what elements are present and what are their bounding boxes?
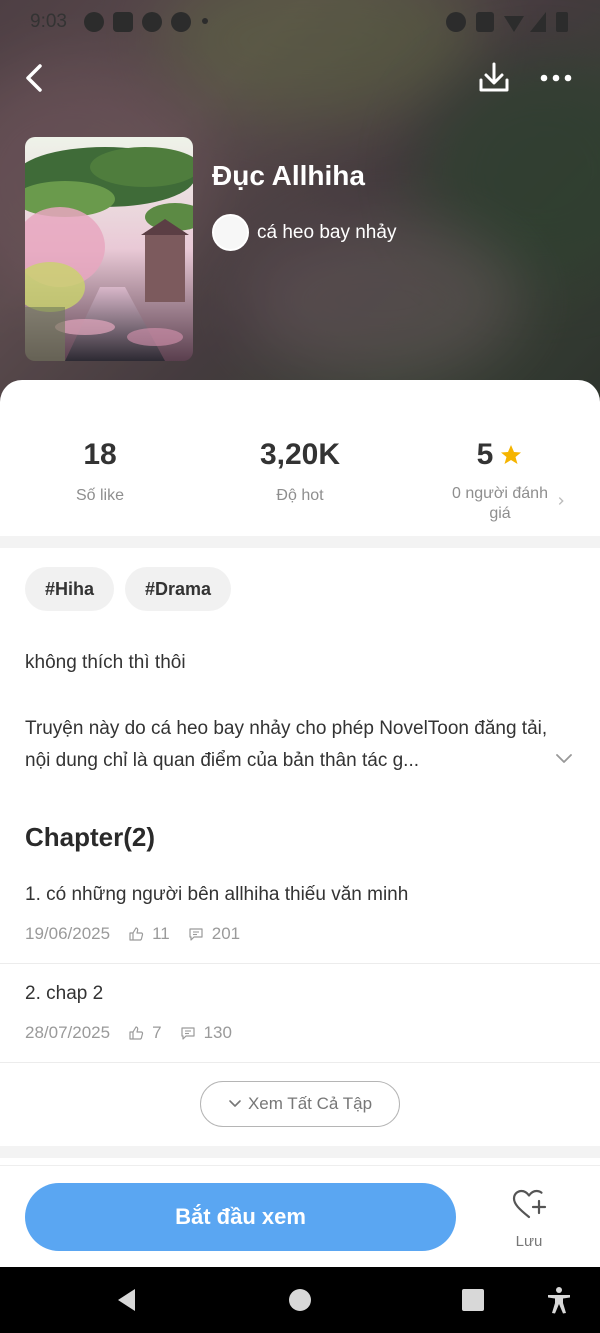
heart-plus-icon <box>512 1189 547 1219</box>
chevron-right-icon <box>558 497 564 505</box>
description-line: không thích thì thôi <box>25 652 186 673</box>
alarm-icon <box>446 12 466 32</box>
status-more-dot <box>202 18 208 24</box>
cover-image <box>25 137 193 361</box>
status-notification-icon <box>142 12 162 32</box>
section-divider <box>0 1146 600 1158</box>
stat-hot: 3,20K Độ hot <box>200 438 400 506</box>
book-title: Đục Allhiha <box>212 160 365 191</box>
download-button[interactable] <box>474 58 514 98</box>
chevron-down-icon <box>229 1100 241 1107</box>
stat-rating[interactable]: 5 0 người đánh giá <box>400 438 600 524</box>
chapter-title: 1. có những người bên allhiha thiếu văn … <box>25 884 409 905</box>
download-icon <box>479 62 509 92</box>
battery-icon <box>556 12 568 32</box>
stat-likes-label: Số like <box>75 487 125 504</box>
chapter-item[interactable]: 1. có những người bên allhiha thiếu văn … <box>0 884 600 964</box>
chapter-likes: 7 <box>152 1023 162 1042</box>
expand-description-button[interactable] <box>554 749 574 769</box>
stat-hot-label: Độ hot <box>276 487 324 504</box>
chapter-likes: 11 <box>152 924 170 943</box>
author-name[interactable]: cá heo bay nhảy <box>257 222 396 244</box>
chapter-date: 19/06/2025 <box>25 924 111 943</box>
book-cover[interactable] <box>25 137 193 361</box>
accessibility-icon[interactable] <box>544 1285 574 1315</box>
thumbs-up-icon <box>129 1026 144 1040</box>
signal-icon <box>530 12 546 32</box>
chapter-date: 28/07/2025 <box>25 1023 111 1042</box>
back-button[interactable] <box>18 58 54 98</box>
nav-recents-icon[interactable] <box>458 1285 488 1315</box>
chapter-title: 2. chap 2 <box>25 983 104 1004</box>
chapter-comments: 201 <box>211 924 241 943</box>
more-icon <box>540 74 572 82</box>
star-icon <box>501 445 522 464</box>
tag-chip[interactable]: #Hiha <box>25 567 115 611</box>
status-notification-icon <box>113 12 133 32</box>
status-time: 9:03 <box>30 11 67 32</box>
description-text: Truyện này do cá heo bay nhảy cho phép N… <box>25 718 548 771</box>
comment-icon <box>180 1027 195 1040</box>
tag-chip[interactable]: #Drama <box>125 567 232 611</box>
back-arrow-icon <box>26 64 42 92</box>
chapter-comments: 130 <box>203 1023 232 1042</box>
stat-likes: 18 Số like <box>0 438 200 506</box>
save-label: Lưu <box>515 1233 543 1250</box>
wifi-icon <box>504 16 524 32</box>
more-button[interactable] <box>536 58 576 98</box>
system-navigation-bar <box>0 1267 600 1333</box>
nav-home-icon[interactable] <box>285 1285 315 1315</box>
comment-icon <box>189 928 203 941</box>
status-notification-icon <box>84 12 104 32</box>
see-all-chapters-button[interactable]: Xem Tất Cả Tập <box>200 1081 400 1127</box>
nav-back-icon[interactable] <box>113 1285 143 1315</box>
stat-rating-label: 0 người đánh giá <box>452 485 548 522</box>
section-divider <box>0 536 600 548</box>
start-reading-button[interactable]: Bắt đầu xem <box>25 1183 456 1251</box>
see-all-label: Xem Tất Cả Tập <box>247 1094 373 1113</box>
row-divider <box>0 963 600 964</box>
row-divider <box>0 1062 600 1063</box>
save-button[interactable]: Lưu <box>498 1188 560 1252</box>
stat-rating-value: 5 <box>476 438 494 471</box>
stat-hot-value: 3,20K <box>259 438 341 471</box>
author-avatar[interactable] <box>212 214 249 251</box>
status-notification-icon <box>171 12 191 32</box>
chevron-down-icon <box>556 754 572 763</box>
status-bar: 9:03 <box>0 0 600 44</box>
thumbs-up-icon <box>129 927 144 941</box>
chapter-heading: Chapter(2) <box>25 822 156 852</box>
chapter-item[interactable]: 2. chap 2 28/07/2025 7 130 <box>0 983 600 1063</box>
stat-likes-value: 18 <box>83 438 117 471</box>
vibrate-icon <box>476 12 494 32</box>
